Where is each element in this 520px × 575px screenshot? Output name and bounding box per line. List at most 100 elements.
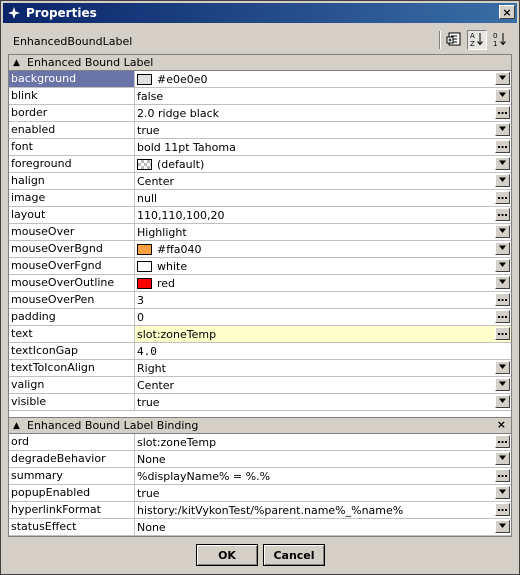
property-value-field[interactable]: 110,110,100,20	[135, 207, 511, 223]
property-row-mouseoverbgnd[interactable]: mouseOverBgnd #ffa040	[9, 241, 511, 258]
ellipsis-button[interactable]	[495, 469, 510, 482]
dropdown-button[interactable]	[495, 378, 510, 391]
remove-binding-icon[interactable]: ×	[497, 418, 506, 431]
property-value-field[interactable]: %displayName% = %.%	[135, 468, 511, 484]
property-value-field[interactable]: 2.0 ridge black	[135, 105, 511, 121]
dropdown-button[interactable]	[495, 486, 510, 499]
ellipsis-button[interactable]	[495, 208, 510, 221]
property-row-image[interactable]: image null	[9, 190, 511, 207]
property-row-enabled[interactable]: enabled true	[9, 122, 511, 139]
property-row-statuseffect[interactable]: statusEffect None	[9, 519, 511, 536]
property-value-field[interactable]: 3	[135, 292, 511, 308]
color-swatch[interactable]	[137, 73, 152, 85]
ellipsis-button[interactable]	[495, 106, 510, 119]
property-value-field[interactable]: red	[135, 275, 511, 291]
sort-alpha-icon: AZ	[469, 31, 485, 50]
close-window-button[interactable]: ×	[499, 5, 515, 19]
property-row-texticongap[interactable]: textIconGap 4.0	[9, 343, 511, 360]
window-title: Properties	[26, 6, 97, 20]
property-row-mouseoveroutline[interactable]: mouseOverOutline red	[9, 275, 511, 292]
property-row-popupenabled[interactable]: popupEnabled true	[9, 485, 511, 502]
ellipsis-icon	[498, 441, 507, 443]
color-swatch[interactable]	[137, 243, 152, 255]
property-value-field[interactable]: 4.0	[135, 343, 511, 359]
property-row-foreground[interactable]: foreground (default)	[9, 156, 511, 173]
sort-az-button[interactable]: AZ	[467, 30, 487, 50]
property-row-valign[interactable]: valign Center	[9, 377, 511, 394]
section-header-binding[interactable]: ▲ Enhanced Bound Label Binding ×	[9, 417, 511, 434]
property-value-field[interactable]: (default)	[135, 156, 511, 172]
property-row-layout[interactable]: layout 110,110,100,20	[9, 207, 511, 224]
property-value-field[interactable]: None	[135, 519, 511, 535]
property-value-field[interactable]: true	[135, 394, 511, 410]
property-row-mouseoverpen[interactable]: mouseOverPen 3	[9, 292, 511, 309]
dropdown-button[interactable]	[495, 361, 510, 374]
dropdown-button[interactable]	[495, 259, 510, 272]
property-row-border[interactable]: border 2.0 ridge black	[9, 105, 511, 122]
property-value-field[interactable]: null	[135, 190, 511, 206]
dropdown-button[interactable]	[495, 123, 510, 136]
property-row-degradebehavior[interactable]: degradeBehavior None	[9, 451, 511, 468]
properties-header: EnhancedBoundLabel AZ 01	[7, 27, 513, 53]
property-row-texttoiconalign[interactable]: textToIconAlign Right	[9, 360, 511, 377]
ellipsis-button[interactable]	[495, 191, 510, 204]
property-row-mouseover[interactable]: mouseOver Highlight	[9, 224, 511, 241]
property-value-field[interactable]: bold 11pt Tahoma	[135, 139, 511, 155]
property-value-field[interactable]: #ffa040	[135, 241, 511, 257]
dropdown-button[interactable]	[495, 452, 510, 465]
ellipsis-button[interactable]	[495, 327, 510, 340]
dropdown-button[interactable]	[495, 395, 510, 408]
expand-all-button[interactable]	[444, 30, 464, 50]
expand-properties-icon	[446, 31, 462, 50]
property-value-field[interactable]: Center	[135, 173, 511, 189]
property-row-background[interactable]: background #e0e0e0	[9, 71, 511, 88]
dropdown-button[interactable]	[495, 157, 510, 170]
ellipsis-button[interactable]	[495, 503, 510, 516]
property-value-field[interactable]: history:/kitVykonTest/%parent.name%_%nam…	[135, 502, 511, 518]
collapse-arrow-icon[interactable]: ▲	[13, 58, 23, 68]
property-value-field[interactable]: slot:zoneTemp	[135, 326, 511, 342]
property-value-field[interactable]: Right	[135, 360, 511, 376]
property-row-blink[interactable]: blink false	[9, 88, 511, 105]
color-swatch[interactable]	[137, 158, 152, 170]
color-swatch[interactable]	[137, 277, 152, 289]
property-row-summary[interactable]: summary %displayName% = %.%	[9, 468, 511, 485]
sort-numeric-button[interactable]: 01	[490, 30, 510, 50]
collapse-arrow-icon[interactable]: ▲	[13, 421, 23, 431]
property-value-field[interactable]: slot:zoneTemp	[135, 434, 511, 450]
title-bar[interactable]: Properties ×	[3, 3, 517, 23]
dropdown-button[interactable]	[495, 225, 510, 238]
property-value-field[interactable]: Center	[135, 377, 511, 393]
ok-button[interactable]: OK	[196, 544, 258, 566]
property-name: text	[9, 326, 135, 342]
dropdown-button[interactable]	[495, 520, 510, 533]
property-value-field[interactable]: white	[135, 258, 511, 274]
color-swatch[interactable]	[137, 260, 152, 272]
property-row-font[interactable]: font bold 11pt Tahoma	[9, 139, 511, 156]
dropdown-button[interactable]	[495, 276, 510, 289]
ellipsis-button[interactable]	[495, 140, 510, 153]
property-row-padding[interactable]: padding 0	[9, 309, 511, 326]
property-row-ord[interactable]: ord slot:zoneTemp	[9, 434, 511, 451]
property-value-field[interactable]: Highlight	[135, 224, 511, 240]
property-row-mouseoverfgnd[interactable]: mouseOverFgnd white	[9, 258, 511, 275]
section-header-enhanced-bound-label[interactable]: ▲ Enhanced Bound Label	[9, 55, 511, 71]
dropdown-button[interactable]	[495, 242, 510, 255]
property-row-hyperlinkformat[interactable]: hyperlinkFormat history:/kitVykonTest/%pa…	[9, 502, 511, 519]
property-value-field[interactable]: true	[135, 122, 511, 138]
property-value-field[interactable]: true	[135, 485, 511, 501]
property-value-field[interactable]: #e0e0e0	[135, 71, 511, 87]
ellipsis-button[interactable]	[495, 310, 510, 323]
property-value-field[interactable]: false	[135, 88, 511, 104]
dropdown-button[interactable]	[495, 89, 510, 102]
ellipsis-button[interactable]	[495, 293, 510, 306]
property-row-halign[interactable]: halign Center	[9, 173, 511, 190]
property-row-visible[interactable]: visible true	[9, 394, 511, 411]
property-value-field[interactable]: None	[135, 451, 511, 467]
dropdown-button[interactable]	[495, 174, 510, 187]
property-value-field[interactable]: 0	[135, 309, 511, 325]
cancel-button[interactable]: Cancel	[263, 544, 325, 566]
ellipsis-button[interactable]	[495, 435, 510, 448]
dropdown-button[interactable]	[495, 72, 510, 85]
property-row-text[interactable]: text slot:zoneTemp	[9, 326, 511, 343]
